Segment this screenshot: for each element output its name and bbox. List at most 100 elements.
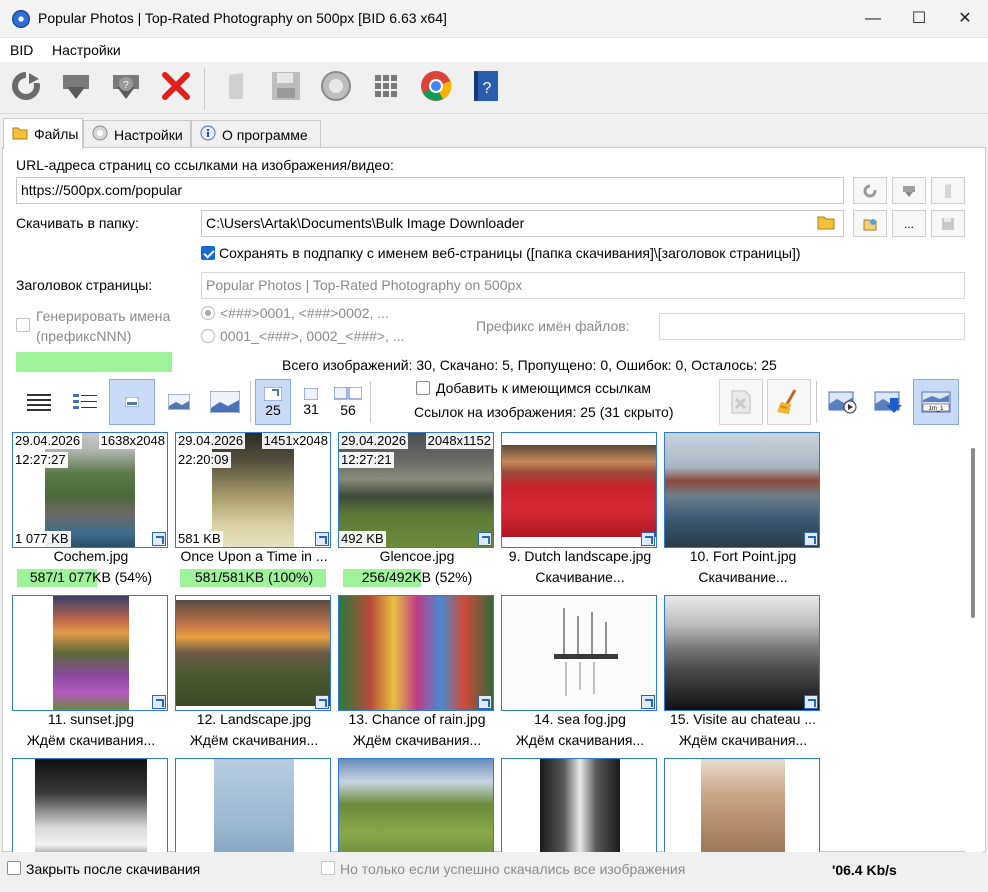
thumbnail[interactable]: [664, 432, 820, 548]
thumbnail-cell[interactable]: [498, 758, 658, 852]
thumb-filename: 14. sea fog.jpg: [534, 711, 626, 727]
grid-scrollbar[interactable]: [965, 434, 983, 852]
chrome-icon[interactable]: [416, 66, 456, 106]
thumbnail[interactable]: [501, 758, 657, 852]
settings-icon[interactable]: [316, 66, 356, 106]
stop-icon[interactable]: [156, 66, 196, 106]
thumbnail-cell[interactable]: 10. Fort Point.jpg Скачивание...: [661, 432, 821, 592]
bookmark-folder-button[interactable]: [853, 210, 887, 237]
refresh-icon[interactable]: [6, 66, 46, 106]
external-link-icon[interactable]: [478, 532, 492, 546]
thumbnail-cell[interactable]: 14. sea fog.jpg Ждём скачивания...: [498, 595, 658, 755]
download-to-disk-icon[interactable]: [867, 379, 911, 425]
thumbnail[interactable]: [664, 758, 820, 852]
menu-bid[interactable]: BID: [10, 42, 33, 58]
save-icon[interactable]: [266, 66, 306, 106]
maximize-button[interactable]: ☐: [896, 0, 942, 38]
save-folder-button[interactable]: [931, 210, 965, 237]
thumb-filename: 10. Fort Point.jpg: [689, 548, 797, 564]
thumbnail-cell[interactable]: 29.04.2026 1638x2048 12:27:27 1 077 KB C…: [9, 432, 169, 592]
filter-31-button[interactable]: 31: [293, 379, 329, 425]
clear-url-button[interactable]: [931, 177, 965, 204]
external-link-icon[interactable]: [641, 532, 655, 546]
thumbnail[interactable]: [338, 595, 494, 711]
tab-files[interactable]: Файлы: [3, 118, 83, 149]
thumbnail-cell[interactable]: 15. Visite au chateau ... Ждём скачивани…: [661, 595, 821, 755]
thumbnail[interactable]: [175, 758, 331, 852]
folder-input[interactable]: C:\Users\Artak\Documents\Bulk Image Down…: [201, 210, 844, 237]
summary-text: Всего изображений: 30, Скачано: 5, Пропу…: [282, 357, 777, 373]
reload-url-button[interactable]: [853, 177, 887, 204]
thumbnail-cell[interactable]: [172, 758, 332, 852]
help-download-icon[interactable]: ?: [106, 66, 146, 106]
view-large-thumbs-icon[interactable]: [203, 379, 247, 425]
only-if-success-checkbox[interactable]: [321, 861, 335, 875]
prefix-input[interactable]: [659, 313, 965, 340]
thumbnail[interactable]: [501, 432, 657, 548]
external-link-icon[interactable]: [641, 695, 655, 709]
play-video-icon[interactable]: [821, 379, 865, 425]
thumbnail[interactable]: [338, 758, 494, 852]
thumbnail[interactable]: 29.04.2026 1451x2048 22:20:09 581 KB: [175, 432, 331, 548]
minimize-button[interactable]: —: [850, 0, 896, 38]
thumb-status: 581/581KB (100%): [194, 569, 314, 585]
clean-list-icon[interactable]: [767, 379, 811, 425]
delete-selected-button[interactable]: [719, 379, 763, 425]
subfolder-checkbox[interactable]: [201, 246, 215, 260]
radio-suffix[interactable]: [201, 329, 215, 343]
thumbnail[interactable]: 29.04.2026 1638x2048 12:27:27 1 077 KB: [12, 432, 168, 548]
scrollbar-thumb[interactable]: [971, 448, 975, 618]
filter-31-count: 31: [303, 400, 319, 417]
thumb-filename: 11. sunset.jpg: [47, 711, 135, 727]
rename-files-icon[interactable]: 1m_1: [913, 379, 959, 425]
grid-icon[interactable]: [366, 66, 406, 106]
help-icon[interactable]: ?: [466, 66, 506, 106]
thumbnail-cell[interactable]: 11. sunset.jpg Ждём скачивания...: [9, 595, 169, 755]
filter-25-button[interactable]: 25: [255, 379, 291, 425]
view-medium-thumbs-icon[interactable]: [157, 379, 201, 425]
thumb-dims: 1638x2048: [98, 433, 167, 449]
thumbnail-cell[interactable]: 29.04.2026 2048x1152 12:27:21 492 KB Gle…: [335, 432, 495, 592]
gen-names-checkbox[interactable]: [16, 318, 30, 332]
external-link-icon[interactable]: [315, 695, 329, 709]
external-link-icon[interactable]: [315, 532, 329, 546]
view-list-icon[interactable]: [17, 379, 61, 425]
external-link-icon[interactable]: [152, 695, 166, 709]
external-link-icon[interactable]: [152, 532, 166, 546]
clear-icon[interactable]: [216, 66, 256, 106]
view-details-icon[interactable]: [63, 379, 107, 425]
view-small-thumbs-icon[interactable]: [109, 379, 155, 425]
thumbnail[interactable]: 29.04.2026 2048x1152 12:27:21 492 KB: [338, 432, 494, 548]
thumbnail[interactable]: [664, 595, 820, 711]
thumbnail-cell[interactable]: 29.04.2026 1451x2048 22:20:09 581 KB Onc…: [172, 432, 332, 592]
thumbnail-cell[interactable]: [335, 758, 495, 852]
tab-settings[interactable]: Настройки: [83, 120, 191, 148]
external-link-icon[interactable]: [478, 695, 492, 709]
tab-about[interactable]: О программе: [191, 120, 321, 148]
page-title-input[interactable]: Popular Photos | Top-Rated Photography o…: [201, 272, 965, 299]
thumbnail-cell[interactable]: 9. Dutch landscape.jpg Скачивание...: [498, 432, 658, 592]
thumbnail-cell[interactable]: 13. Chance of rain.jpg Ждём скачивания..…: [335, 595, 495, 755]
menu-settings[interactable]: Настройки: [52, 42, 121, 58]
thumbnail[interactable]: [501, 595, 657, 711]
thumbnail-cell[interactable]: [661, 758, 821, 852]
external-link-icon[interactable]: [804, 532, 818, 546]
download-url-button[interactable]: [892, 177, 926, 204]
url-input[interactable]: https://500px.com/popular: [16, 177, 844, 204]
browse-button[interactable]: ...: [892, 210, 926, 237]
thumbnail[interactable]: [12, 758, 168, 852]
url-label: URL-адреса страниц со ссылками на изобра…: [16, 157, 394, 173]
close-button[interactable]: ✕: [942, 0, 988, 38]
thumbnail-cell[interactable]: 12. Landscape.jpg Ждём скачивания...: [172, 595, 332, 755]
close-after-checkbox[interactable]: [7, 861, 21, 875]
thumbnail[interactable]: [12, 595, 168, 711]
radio-prefix[interactable]: [201, 306, 215, 320]
append-links-checkbox[interactable]: [416, 381, 430, 395]
external-link-icon[interactable]: [804, 695, 818, 709]
thumb-size: 492 KB: [339, 531, 386, 547]
open-folder-icon[interactable]: [817, 214, 837, 232]
thumbnail[interactable]: [175, 595, 331, 711]
thumbnail-cell[interactable]: [9, 758, 169, 852]
download-icon[interactable]: [56, 66, 96, 106]
filter-56-button[interactable]: 56: [330, 379, 366, 425]
